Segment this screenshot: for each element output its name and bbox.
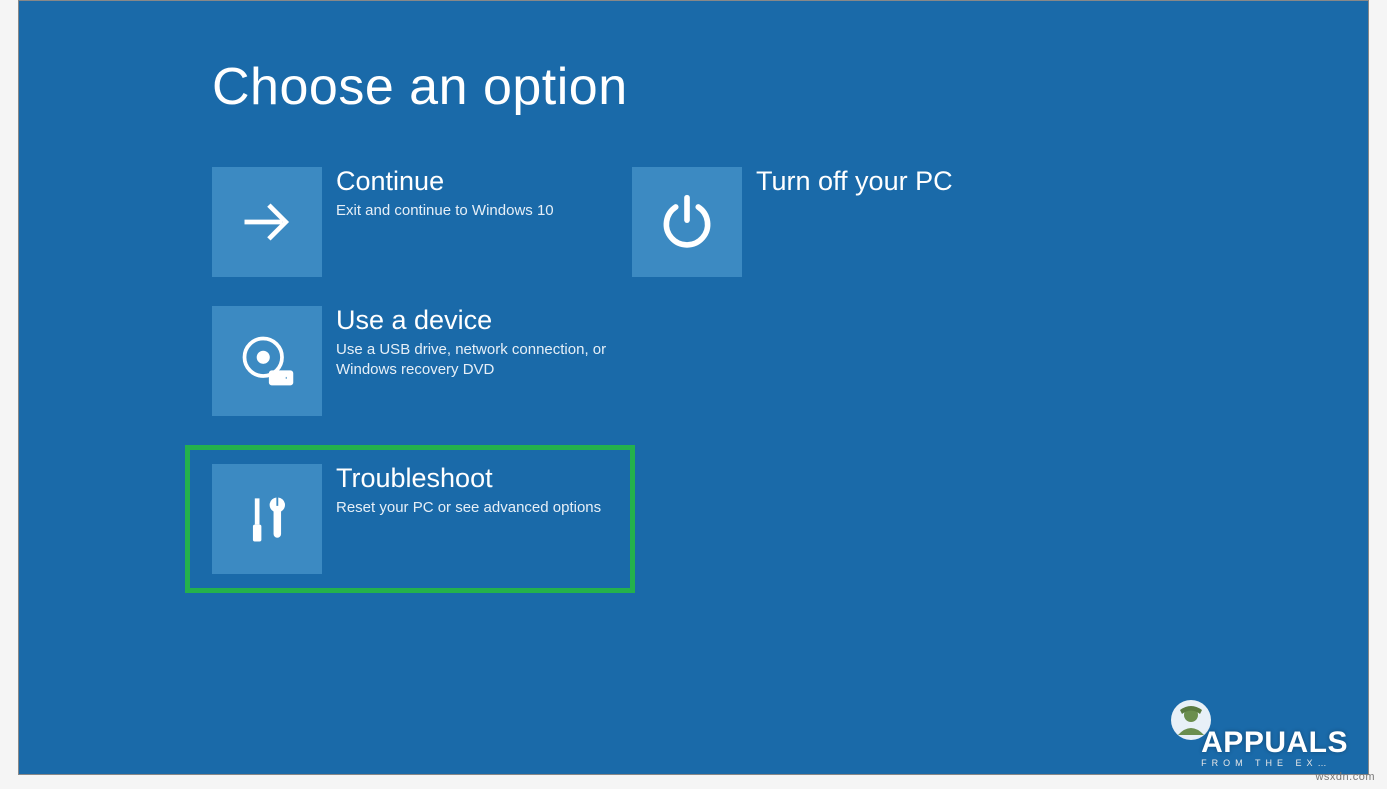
- option-text: Turn off your PC: [756, 167, 1032, 201]
- brand-watermark: APPUALS FROM THE EX…: [1201, 726, 1348, 768]
- disc-usb-icon: [212, 306, 322, 416]
- option-desc: Use a USB drive, network connection, or …: [336, 340, 612, 381]
- option-troubleshoot[interactable]: Troubleshoot Reset your PC or see advanc…: [185, 445, 635, 593]
- option-title: Troubleshoot: [336, 464, 630, 494]
- option-continue[interactable]: Continue Exit and continue to Windows 10: [212, 167, 612, 277]
- power-icon: [632, 167, 742, 277]
- recovery-screen: Choose an option Continue Exit and conti…: [18, 0, 1369, 775]
- brand-name: APPUALS: [1201, 726, 1348, 760]
- option-use-device[interactable]: Use a device Use a USB drive, network co…: [212, 306, 612, 416]
- option-desc: Exit and continue to Windows 10: [336, 201, 612, 221]
- option-text: Use a device Use a USB drive, network co…: [336, 306, 612, 380]
- option-title: Turn off your PC: [756, 167, 1032, 197]
- option-desc: Reset your PC or see advanced options: [336, 498, 630, 518]
- option-title: Continue: [336, 167, 612, 197]
- page-title: Choose an option: [212, 57, 628, 117]
- arrow-right-icon: [212, 167, 322, 277]
- tools-icon: [212, 464, 322, 574]
- option-title: Use a device: [336, 306, 612, 336]
- option-turn-off[interactable]: Turn off your PC: [632, 167, 1032, 277]
- option-text: Troubleshoot Reset your PC or see advanc…: [336, 464, 630, 518]
- site-watermark: wsxdn.com: [1315, 771, 1375, 783]
- option-text: Continue Exit and continue to Windows 10: [336, 167, 612, 221]
